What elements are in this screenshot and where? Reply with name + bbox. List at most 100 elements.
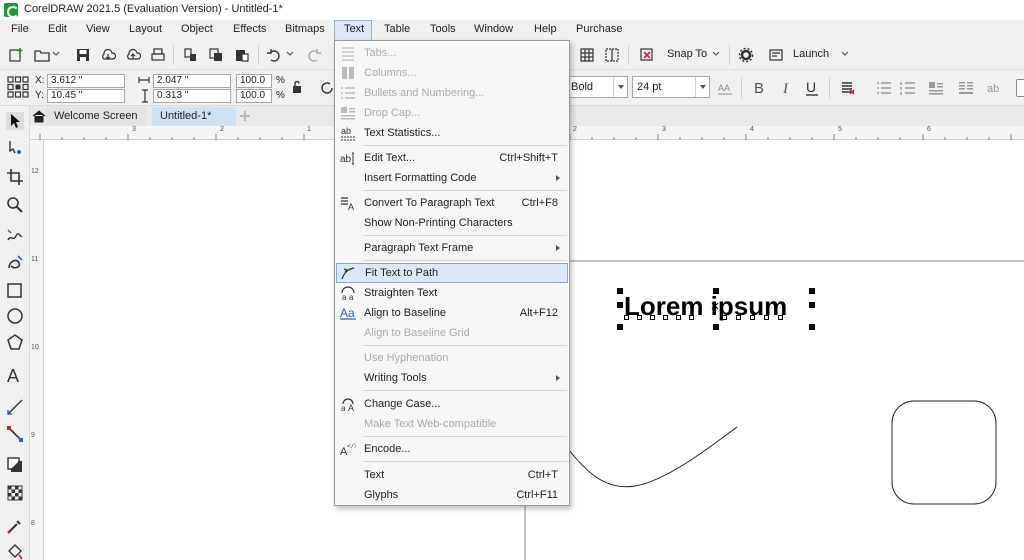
selection-handle[interactable] — [617, 288, 623, 294]
menu-object[interactable]: Object — [181, 23, 213, 35]
character-node[interactable] — [764, 315, 769, 320]
selection-handle[interactable] — [617, 324, 623, 330]
curve-path[interactable] — [564, 426, 738, 488]
chevron-down-icon[interactable] — [286, 50, 294, 58]
cloud-upload-icon[interactable] — [125, 47, 141, 63]
scale-x-field[interactable]: 100.0 — [236, 74, 272, 88]
font-size-dropdown[interactable]: 24 pt — [632, 76, 710, 98]
tab-untitled-1[interactable]: Untitled-1* — [152, 107, 236, 126]
columns-toolbar-icon[interactable] — [958, 80, 974, 96]
menu-window[interactable]: Window — [474, 23, 513, 35]
character-node[interactable] — [736, 315, 741, 320]
ellipse-tool-icon[interactable] — [6, 307, 24, 325]
menu-item-writing-tools[interactable]: Writing Tools — [336, 368, 568, 388]
selection-handle[interactable] — [617, 302, 623, 308]
font-style-dropdown[interactable]: Bold — [566, 76, 628, 98]
menu-item-bullets-and-numbering[interactable]: Bullets and Numbering... — [336, 83, 568, 103]
chevron-down-icon[interactable] — [52, 50, 60, 58]
menu-item-insert-formatting-code[interactable]: Insert Formatting Code — [336, 168, 568, 188]
menu-item-text-statistics[interactable]: ab Text Statistics... — [336, 123, 568, 143]
cloud-download-icon[interactable] — [100, 47, 116, 63]
character-node[interactable] — [722, 315, 727, 320]
launch-icon[interactable] — [768, 47, 784, 63]
menu-item-change-case[interactable]: aA Change Case... — [336, 394, 568, 414]
rounded-rectangle-shape[interactable] — [891, 400, 997, 505]
menu-item-text-docker[interactable]: Text Ctrl+T — [336, 465, 568, 485]
menu-view[interactable]: View — [86, 23, 110, 35]
y-position-field[interactable]: 10.45 " — [47, 89, 125, 103]
menu-item-align-to-baseline[interactable]: Aa Align to Baseline Alt+F12 — [336, 303, 568, 323]
menu-bitmaps[interactable]: Bitmaps — [285, 23, 325, 35]
toolbar-overflow[interactable] — [1016, 79, 1024, 97]
freehand-tool-icon[interactable] — [6, 226, 24, 244]
cut-icon[interactable] — [183, 47, 199, 63]
menu-item-show-non-printing-characters[interactable]: Show Non-Printing Characters — [336, 213, 568, 233]
snap-to-label[interactable]: Snap To — [667, 48, 707, 60]
menu-text[interactable]: Text — [344, 23, 364, 35]
shape-tool-icon[interactable] — [6, 139, 24, 157]
table-grid-icon[interactable] — [579, 47, 595, 63]
menu-item-tabs[interactable]: Tabs... — [336, 43, 568, 63]
print-icon[interactable] — [150, 47, 166, 63]
launch-label[interactable]: Launch — [793, 48, 829, 60]
zoom-tool-icon[interactable] — [6, 196, 24, 214]
menu-layout[interactable]: Layout — [129, 23, 162, 35]
character-node[interactable] — [689, 315, 694, 320]
add-document-tab[interactable] — [236, 107, 254, 126]
menu-item-edit-text[interactable]: ab Edit Text... Ctrl+Shift+T — [336, 148, 568, 168]
redo-icon[interactable] — [306, 47, 322, 63]
parallel-dimension-tool-icon[interactable] — [6, 398, 24, 416]
italic-icon[interactable]: I — [779, 80, 795, 96]
menu-item-columns[interactable]: Columns... — [336, 63, 568, 83]
menu-item-use-hyphenation[interactable]: Use Hyphenation — [336, 348, 568, 368]
polygon-tool-icon[interactable] — [6, 333, 24, 351]
menu-item-make-text-web-compatible[interactable]: Make Text Web-compatible — [336, 414, 568, 434]
text-alignment-icon[interactable] — [840, 80, 856, 96]
menu-table[interactable]: Table — [384, 23, 410, 35]
pick-tool-icon[interactable] — [6, 112, 24, 130]
menu-item-glyphs[interactable]: Glyphs Ctrl+F11 — [336, 485, 568, 505]
bullet-list-icon[interactable] — [876, 80, 892, 96]
chevron-down-icon[interactable] — [712, 50, 720, 58]
numbered-list-icon[interactable] — [900, 80, 916, 96]
new-document-icon[interactable] — [8, 47, 24, 63]
character-node[interactable] — [637, 315, 642, 320]
menu-purchase[interactable]: Purchase — [576, 23, 622, 35]
text-tool-icon[interactable]: A — [6, 366, 24, 384]
width-field[interactable]: 2.047 " — [153, 74, 231, 88]
lock-ratio-icon[interactable] — [291, 80, 303, 94]
tab-welcome-screen[interactable]: Welcome Screen — [46, 107, 146, 126]
eyedropper-tool-icon[interactable] — [6, 517, 24, 535]
bold-icon[interactable]: B — [752, 80, 768, 96]
interactive-font-size-icon[interactable]: AA — [717, 80, 733, 96]
character-node[interactable] — [624, 315, 629, 320]
rectangle-tool-icon[interactable] — [6, 282, 24, 300]
home-icon[interactable] — [32, 109, 46, 123]
drop-cap-toolbar-icon[interactable] — [928, 80, 944, 96]
menu-item-align-to-baseline-grid[interactable]: Align to Baseline Grid — [336, 323, 568, 343]
character-node[interactable] — [650, 315, 655, 320]
connector-tool-icon[interactable] — [6, 425, 24, 443]
chevron-down-icon[interactable] — [841, 50, 849, 58]
gear-icon[interactable] — [738, 47, 754, 63]
selection-handle[interactable] — [713, 288, 719, 294]
menu-help[interactable]: Help — [534, 23, 557, 35]
character-node[interactable] — [663, 315, 668, 320]
menu-item-paragraph-text-frame[interactable]: Paragraph Text Frame — [336, 238, 568, 258]
snap-icon[interactable] — [639, 47, 655, 63]
crop-tool-icon[interactable] — [6, 168, 24, 186]
menu-file[interactable]: File — [11, 23, 29, 35]
undo-icon[interactable] — [266, 47, 282, 63]
menu-item-convert-to-paragraph-text[interactable]: A Convert To Paragraph Text Ctrl+F8 — [336, 193, 568, 213]
save-icon[interactable] — [75, 47, 91, 63]
character-node[interactable] — [676, 315, 681, 320]
menu-item-drop-cap[interactable]: Drop Cap... — [336, 103, 568, 123]
menu-tools[interactable]: Tools — [430, 23, 456, 35]
selection-handle[interactable] — [809, 302, 815, 308]
menu-item-straighten-text[interactable]: aa Straighten Text — [336, 283, 568, 303]
menu-effects[interactable]: Effects — [233, 23, 266, 35]
copy-icon[interactable] — [208, 47, 224, 63]
scale-y-field[interactable]: 100.0 — [236, 89, 272, 103]
menu-edit[interactable]: Edit — [48, 23, 67, 35]
edit-text-toolbar-icon[interactable]: ab — [987, 80, 1003, 96]
